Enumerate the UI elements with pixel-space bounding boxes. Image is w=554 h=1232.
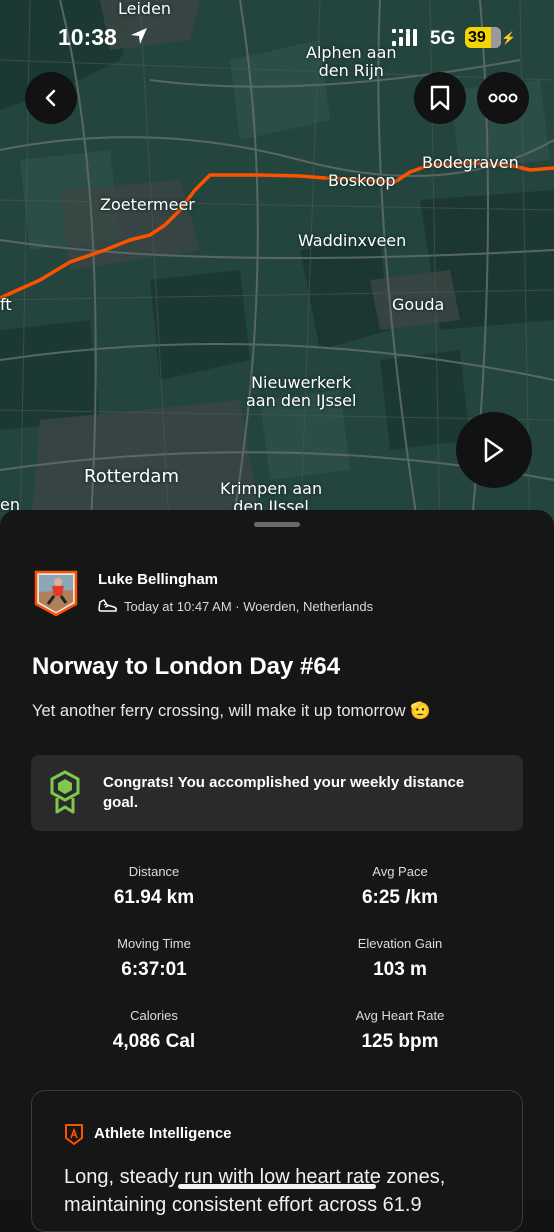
stat-value: 4,086 Cal	[112, 1031, 196, 1052]
bookmark-icon	[430, 85, 450, 111]
stat-label: Calories	[130, 1008, 178, 1023]
play-icon	[484, 437, 504, 463]
place-bodegraven: Bodegraven	[422, 153, 519, 172]
stat-distance: Distance 61.94 km	[64, 864, 244, 909]
chevron-left-icon	[45, 89, 56, 107]
stat-label: Avg Heart Rate	[355, 1008, 445, 1023]
stat-avg-pace: Avg Pace 6:25 /km	[310, 864, 490, 909]
place-rotterdam: Rotterdam	[84, 466, 179, 487]
stat-value: 61.94 km	[113, 887, 195, 908]
athlete-name[interactable]: Luke Bellingham	[98, 571, 218, 588]
place-boskoop: Boskoop	[328, 171, 396, 190]
sheet-drag-handle[interactable]	[254, 522, 300, 527]
place-delft-partial: ft	[0, 295, 12, 314]
place-waddinxveen: Waddinxveen	[298, 231, 407, 250]
signal-icon	[392, 29, 417, 46]
stat-value: 6:37:01	[121, 959, 187, 980]
bookmark-button[interactable]	[414, 72, 466, 124]
back-button[interactable]	[25, 72, 77, 124]
stat-calories: Calories 4,086 Cal	[64, 1008, 244, 1053]
status-bar: 10:38 5G 39 ⚡	[0, 0, 554, 70]
stat-value: 103 m	[373, 959, 427, 980]
location-arrow-icon	[131, 28, 147, 44]
activity-sheet: Luke Bellingham Today at 10:47 AM · Woer…	[0, 510, 554, 1232]
goal-banner[interactable]: Congrats! You accomplished your weekly d…	[31, 755, 523, 831]
stat-elevation-gain: Elevation Gain 103 m	[310, 936, 490, 981]
battery-icon: 39	[465, 27, 501, 48]
stat-label: Moving Time	[117, 936, 191, 951]
stat-value: 125 bpm	[361, 1031, 439, 1052]
athlete-intelligence-text: Long, steady run with low heart rate zon…	[64, 1166, 446, 1216]
stat-label: Distance	[128, 864, 180, 879]
stat-label: Elevation Gain	[357, 936, 443, 951]
place-gouda: Gouda	[392, 295, 445, 314]
goal-badge-icon	[50, 770, 80, 814]
status-time: 10:38	[58, 24, 117, 50]
goal-message: Congrats! You accomplished your weekly d…	[103, 774, 465, 811]
battery-level: 39	[468, 29, 486, 46]
activity-meta-text: Today at 10:47 AM · Woerden, Netherlands	[124, 598, 374, 614]
charging-icon: ⚡	[501, 31, 516, 45]
activity-description: Yet another ferry crossing, will make it…	[32, 702, 431, 720]
athlete-intelligence-icon	[65, 1124, 83, 1145]
activity-title: Norway to London Day #64	[32, 653, 341, 680]
avatar[interactable]	[34, 570, 78, 616]
play-flyover-button[interactable]	[456, 412, 532, 488]
stat-label: Avg Pace	[372, 864, 428, 879]
stat-moving-time: Moving Time 6:37:01	[64, 936, 244, 981]
place-zoetermeer: Zoetermeer	[100, 195, 195, 214]
athlete-intelligence-title: Athlete Intelligence	[94, 1125, 232, 1142]
stat-avg-heart-rate: Avg Heart Rate 125 bpm	[310, 1008, 490, 1053]
stat-value: 6:25 /km	[361, 887, 439, 908]
shoe-icon	[98, 599, 117, 612]
more-options-button[interactable]	[477, 72, 529, 124]
home-indicator[interactable]	[178, 1184, 376, 1189]
place-nieuwerkerk: Nieuwerkerk aan den IJssel	[246, 373, 357, 410]
network-type: 5G	[430, 28, 456, 49]
more-icon	[488, 93, 518, 103]
activity-meta: Today at 10:47 AM · Woerden, Netherlands	[98, 598, 373, 614]
athlete-intelligence-card[interactable]: Athlete Intelligence Long, steady run wi…	[31, 1090, 523, 1232]
